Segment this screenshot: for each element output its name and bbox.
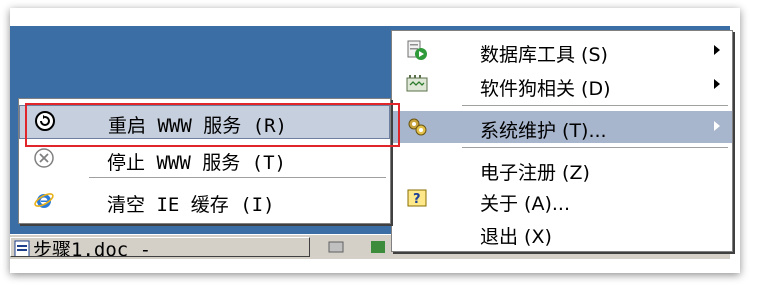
menu-item-label: 清空 IE 缓存 (I) bbox=[107, 194, 275, 216]
menu-separator bbox=[462, 147, 728, 148]
menu-item-label: 数据库工具 (S) bbox=[480, 44, 608, 66]
menu-item-label: 停止 WWW 服务 (T) bbox=[107, 152, 286, 174]
taskbar-item-document[interactable]: 步骤1.doc - bbox=[10, 237, 310, 257]
context-menu-main: 数据库工具 (S) 软件狗相关 (D) 系统维护 (T)... 电子注册 (Z)… bbox=[391, 30, 733, 252]
submenu-arrow-icon bbox=[714, 121, 720, 131]
menu-item-label: 软件狗相关 (D) bbox=[480, 78, 611, 100]
menu-item-stop-www[interactable]: 停止 WWW 服务 (T) bbox=[19, 143, 390, 174]
menu-item-database-tools[interactable]: 数据库工具 (S) bbox=[392, 35, 732, 66]
menu-item-exit[interactable]: 退出 (X) bbox=[392, 217, 732, 248]
taskbar-item-label: 步骤1.doc - bbox=[33, 239, 152, 257]
menu-item-label: 电子注册 (Z) bbox=[480, 162, 590, 184]
menu-item-dongle[interactable]: 软件狗相关 (D) bbox=[392, 69, 732, 100]
stop-icon bbox=[34, 148, 54, 168]
menu-item-about[interactable]: ? 关于 (A)... bbox=[392, 184, 732, 215]
tray-app-icon[interactable] bbox=[328, 239, 344, 255]
ie-icon bbox=[34, 193, 54, 208]
submenu-arrow-icon bbox=[714, 79, 720, 89]
svg-text:?: ? bbox=[413, 192, 421, 207]
menu-separator bbox=[462, 105, 728, 106]
menu-item-system-maintenance[interactable]: 系统维护 (T)... bbox=[392, 111, 732, 143]
submenu-arrow-icon bbox=[714, 45, 720, 55]
tray-app-icon[interactable] bbox=[370, 239, 386, 255]
menu-item-e-register[interactable]: 电子注册 (Z) bbox=[392, 153, 732, 184]
database-tool-icon bbox=[407, 40, 427, 60]
menu-item-label: 退出 (X) bbox=[480, 226, 552, 248]
word-document-icon bbox=[14, 240, 30, 256]
menu-item-label: 关于 (A)... bbox=[480, 193, 570, 215]
menu-item-clear-ie-cache[interactable]: 清空 IE 缓存 (I) bbox=[19, 185, 390, 216]
dongle-icon bbox=[406, 75, 428, 92]
help-icon: ? bbox=[407, 189, 427, 207]
menu-separator bbox=[89, 177, 386, 178]
annotation-highlight-box bbox=[25, 103, 400, 147]
gears-icon bbox=[408, 118, 427, 136]
menu-item-label: 系统维护 (T)... bbox=[480, 120, 607, 142]
